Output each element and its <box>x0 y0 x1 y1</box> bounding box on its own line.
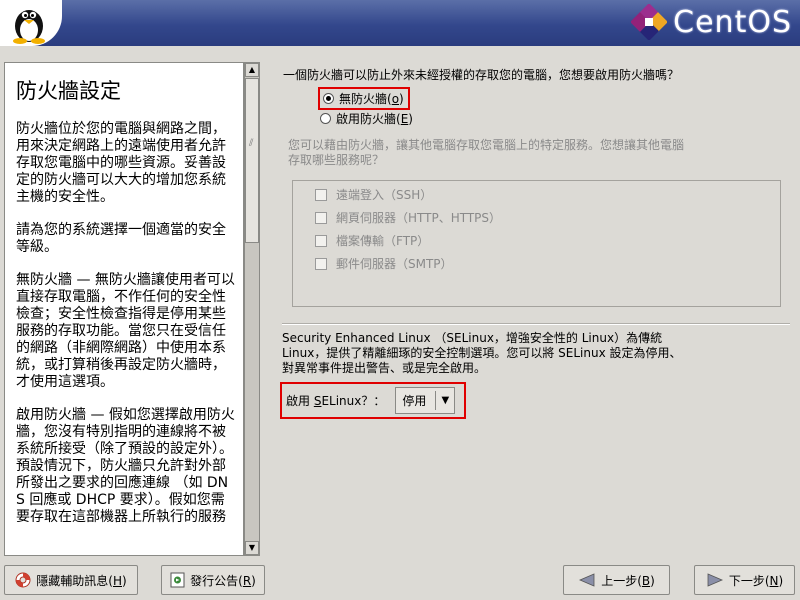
service-item-http[interactable]: 網頁伺服器（HTTP、HTTPS） <box>293 206 780 229</box>
help-paragraph: 防火牆位於您的電腦與網路之間，用來決定網路上的遠端使用者允許存取您電腦中的哪些資… <box>16 121 226 205</box>
radio-selected-icon[interactable] <box>323 93 334 104</box>
divider <box>282 323 790 325</box>
scroll-up-arrow-icon[interactable]: ▲ <box>245 63 259 77</box>
next-button[interactable]: 下一步(N) <box>694 565 795 595</box>
selinux-setting: 啟用 SELinux？： 停用 ▼ <box>280 382 466 419</box>
help-paragraph: 啟用防火牆 — 假如您選擇啟用防火牆，您沒有特別指明的連線將不被系統所接受（除了… <box>16 407 235 525</box>
service-label: 郵件伺服器（SMTP） <box>336 257 453 271</box>
arrow-right-icon <box>706 572 724 588</box>
help-scrollbar[interactable]: ▲ ⫽ ▼ <box>244 62 260 556</box>
grip-icon: ⫽ <box>249 138 254 149</box>
arrow-left-icon <box>578 572 596 588</box>
radio-label: 啟用防火牆(E) <box>336 112 413 126</box>
service-item-ssh[interactable]: 遠端登入（SSH） <box>293 183 780 206</box>
service-label: 檔案傳輸（FTP） <box>336 234 430 248</box>
radio-unselected-icon[interactable] <box>320 113 331 124</box>
button-label: 隱藏輔助訊息(H) <box>36 573 127 588</box>
back-button[interactable]: 上一步(B) <box>563 565 670 595</box>
release-notes-button[interactable]: 發行公告(R) <box>161 565 265 595</box>
radio-enable-firewall[interactable]: 啟用防火牆(E) <box>320 110 413 127</box>
button-label: 下一步(N) <box>728 573 784 588</box>
checkbox-icon[interactable] <box>315 188 327 201</box>
help-paragraph: 無防火牆 — 無防火牆讓使用者可以直接存取電腦，不作任何的安全性檢查；安全性檢查… <box>16 272 235 390</box>
release-notes-icon <box>170 572 185 588</box>
checkbox-icon[interactable] <box>315 211 327 224</box>
service-label: 網頁伺服器（HTTP、HTTPS） <box>336 211 502 225</box>
service-item-ftp[interactable]: 檔案傳輸（FTP） <box>293 229 780 252</box>
selinux-select[interactable]: 停用 ▼ <box>395 387 456 414</box>
chevron-down-icon[interactable]: ▼ <box>436 395 454 406</box>
radio-label: 無防火牆(o) <box>339 92 404 106</box>
service-label: 遠端登入（SSH） <box>336 188 433 202</box>
help-pane: 防火牆設定 防火牆位於您的電腦與網路之間，用來決定網路上的遠端使用者允許存取您電… <box>4 62 244 556</box>
hide-help-button[interactable]: 隱藏輔助訊息(H) <box>4 565 138 595</box>
button-label: 發行公告(R) <box>190 573 256 588</box>
help-paragraph: 請為您的系統選擇一個適當的安全等級。 <box>16 222 226 255</box>
services-list: 遠端登入（SSH） 網頁伺服器（HTTP、HTTPS） 檔案傳輸（FTP） 郵件… <box>292 180 781 307</box>
selinux-label: 啟用 SELinux？： <box>286 394 386 408</box>
tux-logo-area <box>0 0 62 46</box>
selinux-description: Security Enhanced Linux （SELinux，增強安全性的 … <box>282 331 682 375</box>
checkbox-icon[interactable] <box>315 234 327 247</box>
help-title: 防火牆設定 <box>16 79 121 103</box>
firewall-question: 一個防火牆可以防止外來未經授權的存取您的電腦，您想要啟用防火牆嗎？ <box>283 68 680 82</box>
header-banner: CentOS <box>0 0 800 46</box>
centos-logo: CentOS <box>631 2 792 42</box>
button-label: 上一步(B) <box>601 573 655 588</box>
radio-no-firewall[interactable]: 無防火牆(o) <box>318 87 410 110</box>
service-item-smtp[interactable]: 郵件伺服器（SMTP） <box>293 252 780 275</box>
scroll-thumb[interactable]: ⫽ <box>245 78 259 243</box>
centos-logo-icon <box>631 4 668 40</box>
tux-penguin-icon <box>13 10 45 44</box>
checkbox-icon[interactable] <box>315 257 327 270</box>
centos-logo-text: CentOS <box>673 4 792 40</box>
lifebuoy-icon <box>15 572 31 588</box>
services-description: 您可以藉由防火牆，讓其他電腦存取您電腦上的特定服務。您想讓其他電腦存取哪些服務呢… <box>288 138 685 167</box>
selinux-selected-value: 停用 <box>402 394 427 408</box>
scroll-down-arrow-icon[interactable]: ▼ <box>245 541 259 555</box>
